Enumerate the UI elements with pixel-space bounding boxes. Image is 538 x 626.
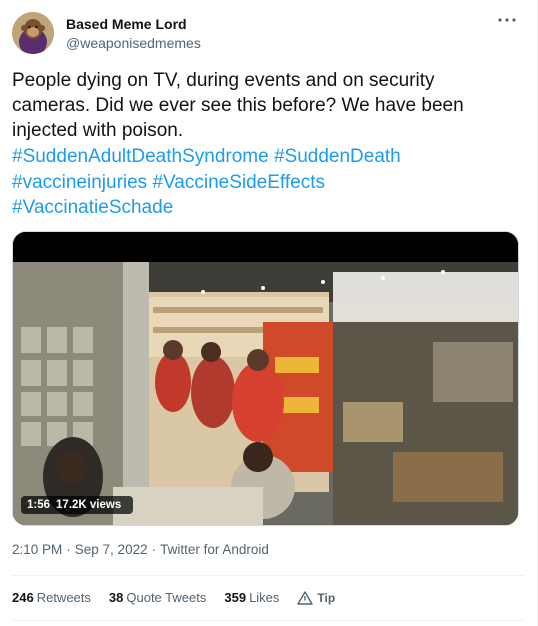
divider xyxy=(12,620,525,621)
retweets-label: Retweets xyxy=(36,590,91,605)
more-options-icon[interactable] xyxy=(495,14,519,34)
video-duration: 1:56 xyxy=(27,499,51,511)
video-player[interactable]: 1:56 17.2K views xyxy=(12,231,519,526)
tip-button[interactable]: Tip xyxy=(297,591,335,605)
quotes-label: Quote Tweets xyxy=(126,590,207,605)
hashtag-link[interactable]: #SuddenAdultDeathSyndrome xyxy=(12,146,269,167)
video-views: 17.2K views xyxy=(56,499,122,511)
tweet-text: People dying on TV, during events and on… xyxy=(12,70,464,141)
hashtag-link[interactable]: #vaccineinjuries xyxy=(12,172,147,193)
quotes-count: 38 xyxy=(108,590,124,605)
tweet-source[interactable]: Twitter for Android xyxy=(160,542,269,557)
divider xyxy=(12,575,525,576)
tweet-time[interactable]: 2:10 PM xyxy=(12,542,62,557)
quote-tweets-stat[interactable]: 38 Quote Tweets xyxy=(109,590,206,605)
author-names: Based Meme Lord @weaponisedmemes xyxy=(66,15,201,52)
display-name[interactable]: Based Meme Lord xyxy=(66,15,201,33)
likes-label: Likes xyxy=(249,590,280,605)
tip-label: Tip xyxy=(317,590,336,605)
meta-separator: · xyxy=(151,542,157,557)
avatar-monkey-icon xyxy=(12,12,54,54)
handle[interactable]: @weaponisedmemes xyxy=(66,34,201,52)
hashtag-link[interactable]: #VaccineSideEffects xyxy=(152,172,325,193)
tweet-header: Based Meme Lord @weaponisedmemes xyxy=(12,12,525,56)
tweet-date[interactable]: Sep 7, 2022 xyxy=(75,542,148,557)
likes-count: 359 xyxy=(224,590,247,605)
hashtag-link[interactable]: #SuddenDeath xyxy=(274,146,401,167)
tweet-card: Based Meme Lord @weaponisedmemes People … xyxy=(0,0,538,626)
hashtag-link[interactable]: #VaccinatieSchade xyxy=(12,197,173,218)
tweet-hashtags: #SuddenAdultDeathSyndrome #SuddenDeath #… xyxy=(12,144,512,221)
tip-icon xyxy=(297,590,314,605)
tweet-stats: 246 Retweets 38 Quote Tweets 359 Likes Tip xyxy=(12,590,335,605)
tweet-meta: 2:10 PM · Sep 7, 2022 · Twitter for Android xyxy=(12,542,269,557)
video-thumbnail xyxy=(13,232,518,525)
meta-separator: · xyxy=(66,542,71,557)
retweets-count: 246 xyxy=(12,590,34,605)
retweets-stat[interactable]: 246 Retweets xyxy=(12,590,91,605)
video-stats-badge: 1:56 17.2K views xyxy=(21,496,134,514)
likes-stat[interactable]: 359 Likes xyxy=(224,590,279,605)
avatar[interactable] xyxy=(12,12,54,54)
